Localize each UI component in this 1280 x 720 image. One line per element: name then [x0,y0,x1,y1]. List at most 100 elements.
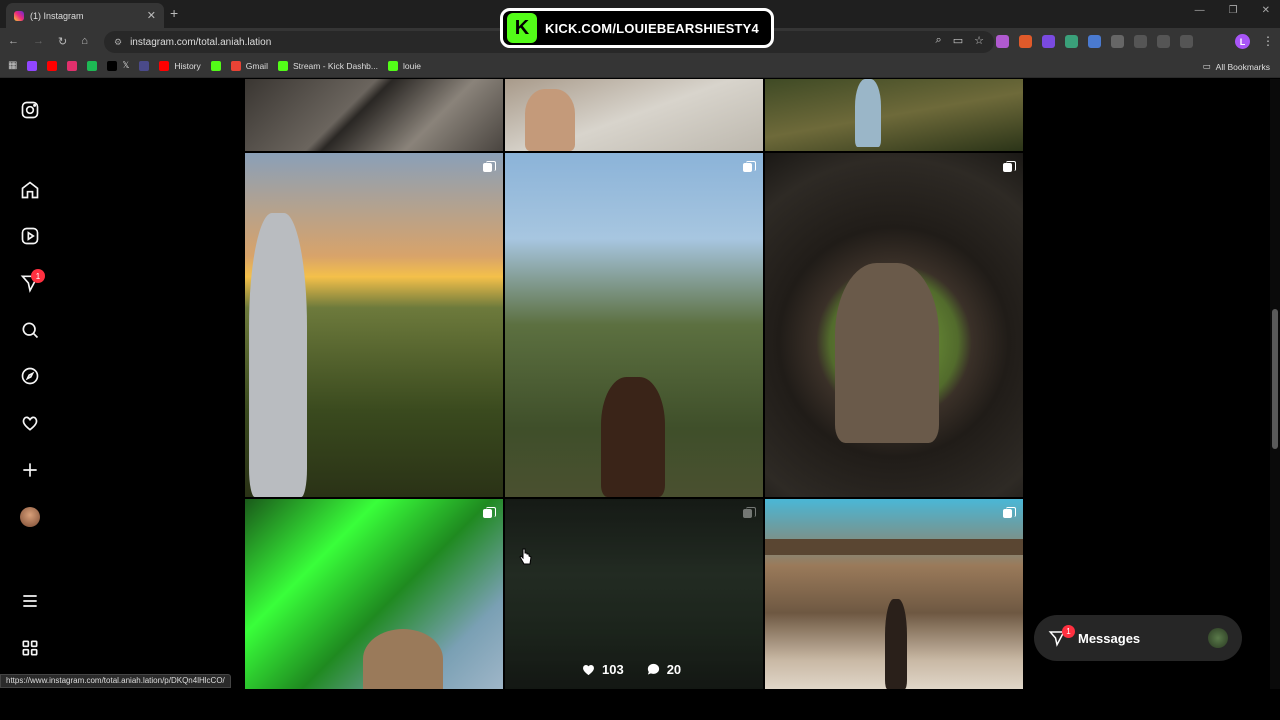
tab-title: (1) Instagram [30,10,84,21]
close-window-icon[interactable]: ✕ [1262,5,1270,16]
browser-tab[interactable]: (1) Instagram ✕ [6,3,164,28]
kick-url-text: KICK.COM/LOUIEBEARSHIESTY4 [545,20,759,36]
minimize-icon[interactable]: — [1195,5,1205,16]
create-plus-icon[interactable] [19,459,41,481]
bottom-strip [0,689,1280,720]
zoom-icon[interactable]: ⌕ [936,34,942,47]
bookmark-favicon-icon [47,60,58,71]
sidepanel-icon[interactable] [1134,35,1147,48]
extension-icon[interactable] [1019,35,1032,48]
bookmark-favicon-icon [388,60,398,71]
post-tile[interactable] [765,153,1023,497]
comment-icon [647,663,659,675]
new-tab-button[interactable]: + [170,5,178,21]
tab-close-icon[interactable]: ✕ [147,9,156,22]
bookmark-item[interactable] [67,60,78,71]
cast-icon[interactable]: ▭ [953,34,963,47]
apps-grid-icon[interactable]: ▦ [8,60,17,71]
profile-post-grid: 103 20 [245,79,1024,689]
instagram-logo-icon[interactable] [19,99,41,121]
forward-icon[interactable]: → [33,35,44,48]
extension-icon[interactable] [1088,35,1101,48]
post-tile[interactable] [245,79,503,151]
notifications-heart-icon[interactable] [19,412,41,434]
bookmark-item[interactable]: Gmail [230,60,268,71]
hand-cursor-icon [519,548,532,565]
bookmark-favicon-icon [210,60,221,71]
post-tile[interactable] [245,499,503,689]
all-bookmarks[interactable]: ▭ All Bookmarks [1203,61,1270,72]
bookmark-item[interactable]: Stream - Kick Dashb... [277,60,378,71]
explore-nav-icon[interactable] [19,365,41,387]
profile-avatar-nav[interactable] [20,507,40,527]
extension-icon[interactable] [1042,35,1055,48]
bookmark-list: ▦ 𝕏 History Gmail Stream - Kick Dashb... lou… [8,60,421,71]
extensions-puzzle-icon[interactable] [1111,35,1124,48]
bookmark-label: History [174,60,201,71]
bookmark-favicon-icon [107,60,118,71]
bookmark-favicon-icon [277,60,288,71]
star-icon[interactable]: ☆ [974,34,984,47]
link-status-url: https://www.instagram.com/total.aniah.la… [0,674,231,688]
extension-icons [996,35,1193,48]
comment-count-value: 20 [666,662,682,677]
instagram-sidebar: 1 [0,79,62,689]
omnibox-actions: ⌕ ▭ ☆ [936,34,984,47]
post-tile[interactable] [765,79,1023,151]
bookmark-item[interactable]: History [159,60,201,71]
extension-icon[interactable] [1065,35,1078,48]
home-icon[interactable]: ⌂ [81,35,88,48]
carousel-icon [483,507,496,519]
kick-logo-icon: K [507,13,537,43]
folder-icon: ▭ [1202,61,1211,71]
post-stats: 103 20 [581,662,681,677]
browser-menu-icon[interactable]: ⋮ [1262,34,1274,48]
notification-badge: 1 [31,269,45,283]
media-icon[interactable] [1180,35,1193,48]
bookmark-favicon-icon [230,60,241,71]
all-bookmarks-label: All Bookmarks [1215,61,1270,72]
kick-stream-overlay: K KICK.COM/LOUIEBEARSHIESTY4 [500,8,774,48]
performance-icon[interactable] [1157,35,1170,48]
extension-icon[interactable] [996,35,1009,48]
post-tile-hovered[interactable]: 103 20 [505,499,763,689]
reels-nav-icon[interactable] [19,225,41,247]
messages-label: Messages [1078,630,1141,646]
bookmark-item[interactable]: 𝕏 [107,60,129,71]
scroll-thumb[interactable] [1272,309,1278,449]
back-icon[interactable]: ← [8,35,19,48]
post-tile[interactable] [505,79,763,151]
instagram-favicon-icon [14,10,24,21]
nav-buttons: ← → ↻ ⌂ [8,35,88,48]
restore-icon[interactable]: ❐ [1229,5,1238,16]
bookmark-favicon-icon [159,60,170,71]
bookmark-item[interactable] [87,60,98,71]
bookmark-label: Gmail [245,60,268,71]
hover-overlay [505,499,763,689]
carousel-icon [1003,161,1016,173]
messages-badge: 1 [1062,625,1075,638]
messages-button[interactable]: Messages [1034,615,1242,661]
reload-icon[interactable]: ↻ [58,35,67,48]
like-count: 103 [581,662,624,677]
post-tile[interactable] [505,153,763,497]
bookmark-item[interactable] [210,60,221,71]
heart-icon [583,664,594,676]
bookmark-item[interactable] [47,60,58,71]
profile-avatar[interactable]: L [1235,34,1250,49]
post-tile[interactable] [765,499,1023,689]
search-nav-icon[interactable] [19,319,41,341]
instagram-page: 1 103 20 [0,79,1280,689]
bookmark-favicon-icon [27,60,38,71]
bookmark-item[interactable]: louie [388,60,421,71]
page-scrollbar[interactable] [1270,79,1280,689]
site-info-icon[interactable]: ⚙ [114,37,122,48]
post-tile[interactable] [245,153,503,497]
bookmark-label: 𝕏 [122,60,130,70]
home-nav-icon[interactable] [19,179,41,201]
bookmark-item[interactable] [27,60,38,71]
more-menu-icon[interactable] [19,590,41,612]
url-text: instagram.com/total.aniah.lation [130,36,272,48]
bookmark-item[interactable] [139,60,150,71]
also-from-meta-icon[interactable] [19,637,41,659]
